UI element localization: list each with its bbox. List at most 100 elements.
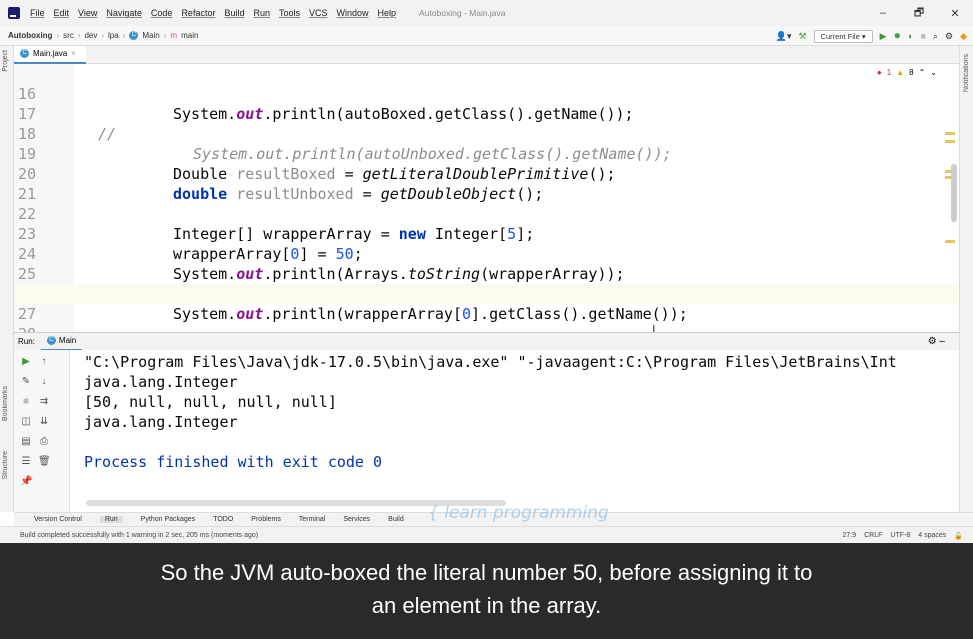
crumb-src[interactable]: src <box>63 31 74 40</box>
run-config-select[interactable]: Current File ▾ <box>813 29 873 43</box>
tab-main-java[interactable]: C Main.java × <box>14 45 86 64</box>
file-encoding[interactable]: UTF-8 <box>890 532 910 539</box>
tool-terminal[interactable]: Terminal <box>299 516 325 523</box>
soft-wrap-icon[interactable]: ⇉ <box>38 396 50 407</box>
tool-problems[interactable]: Problems <box>251 516 281 523</box>
console-line: java.lang.Integer <box>84 413 238 431</box>
arrow-up-icon[interactable]: ↑ <box>38 356 50 367</box>
code-line: 24 System.out.println(Arrays.toString(wr… <box>14 224 959 283</box>
menu-tools[interactable]: Tools <box>279 8 300 18</box>
code-line: 16 System.out.println(autoBoxed.getClass… <box>14 64 959 123</box>
console-line: java.lang.Integer <box>84 373 238 391</box>
notifications-tool-button[interactable]: Notifications <box>963 54 970 92</box>
camera-icon[interactable]: ◫ <box>20 416 32 427</box>
chevron-down-icon[interactable]: ⌄ <box>930 68 937 77</box>
scroll-end-icon[interactable]: ⇊ <box>38 416 50 427</box>
user-icon[interactable]: 👤▾ <box>776 31 792 42</box>
menu-help[interactable]: Help <box>378 8 397 18</box>
stop-icon[interactable]: ■ <box>20 396 32 407</box>
tool-version-control[interactable]: Version Control <box>34 516 82 523</box>
caption-line: So the JVM auto-boxed the literal number… <box>160 560 813 585</box>
plugin-icon[interactable]: ◆ <box>960 31 967 42</box>
menu-build[interactable]: Build <box>224 8 244 18</box>
code-line: 25 <box>14 244 959 283</box>
menu-run[interactable]: Run <box>253 8 270 18</box>
chevron-right-icon: › <box>122 31 126 40</box>
status-right: 27:9 CRLF UTF-8 4 spaces 🔓 <box>843 527 964 543</box>
indent-setting[interactable]: 4 spaces <box>918 532 946 539</box>
arrow-down-icon[interactable]: ↓ <box>38 376 50 387</box>
inspection-widget[interactable]: ● 1 ▲ 8 ⌃ ⌄ <box>877 68 937 77</box>
console-output[interactable]: "C:\Program Files\Java\jdk-17.0.5\bin\ja… <box>70 350 959 500</box>
print-icon[interactable]: ⎙ <box>38 436 50 447</box>
gear-icon[interactable]: ⚙ – <box>928 336 945 347</box>
pin-icon[interactable]: 📌 <box>20 476 32 487</box>
debug-icon[interactable]: ✹ <box>894 31 902 42</box>
menu-refactor[interactable]: Refactor <box>181 8 215 18</box>
menu-vcs[interactable]: VCS <box>309 8 328 18</box>
project-tool-button[interactable]: Project <box>2 50 9 72</box>
trash-icon[interactable]: 🗑 <box>38 456 51 467</box>
code-line: 19 Double resultBoxed = getLiteralDouble… <box>14 124 959 183</box>
right-tool-strip: Notifications <box>959 46 973 512</box>
minimize-button[interactable]: – <box>865 0 901 26</box>
window-title: Autoboxing - Main.java <box>419 8 506 18</box>
crumb-main-class[interactable]: Main <box>142 31 159 40</box>
code-editor[interactable]: 16 System.out.println(autoBoxed.getClass… <box>14 64 959 332</box>
project-crumb[interactable]: Autoboxing <box>8 31 52 40</box>
wrench-icon[interactable]: ✎ <box>20 376 32 387</box>
lock-icon[interactable]: 🔓 <box>954 532 963 540</box>
menu-edit[interactable]: Edit <box>54 8 70 18</box>
ide-window: File Edit View Navigate Code Refactor Bu… <box>0 0 973 543</box>
structure-tool-button[interactable]: Structure <box>2 451 9 479</box>
editor-scrollbar[interactable] <box>951 164 957 222</box>
caption-line: an element in the array. <box>371 593 602 618</box>
rerun-icon[interactable]: ▶ <box>20 356 32 367</box>
layout-icon[interactable]: ▤ <box>20 436 32 447</box>
menu-file[interactable]: File <box>30 8 45 18</box>
menu-navigate[interactable]: Navigate <box>106 8 142 18</box>
crumb-lpa[interactable]: lpa <box>108 31 119 40</box>
gear-icon[interactable]: ⚙ <box>945 31 953 42</box>
menu-code[interactable]: Code <box>151 8 173 18</box>
crumb-dev[interactable]: dev <box>84 31 97 40</box>
hammer-icon[interactable]: ⚒ <box>799 31 807 42</box>
console-exit-line: Process finished with exit code 0 <box>84 453 383 471</box>
warning-marker[interactable] <box>945 140 955 143</box>
run-panel-header: Run: C Main ⚙ – <box>14 332 959 351</box>
chevron-right-icon: › <box>77 31 81 40</box>
search-icon[interactable]: ⌕ <box>933 31 938 42</box>
menu-window[interactable]: Window <box>337 8 369 18</box>
warning-icon: ▲ <box>896 68 905 77</box>
tool-services[interactable]: Services <box>343 516 370 523</box>
tool-python-packages[interactable]: Python Packages <box>141 516 195 523</box>
crumb-main-method[interactable]: main <box>181 31 198 40</box>
tool-todo[interactable]: TODO <box>213 516 233 523</box>
error-count: 1 <box>886 68 892 77</box>
tool-run[interactable]: Run <box>99 516 123 523</box>
run-icon[interactable]: ▶ <box>880 31 887 42</box>
caret-position[interactable]: 27:9 <box>843 532 857 539</box>
tab-label: Main.java <box>33 49 68 58</box>
warning-marker[interactable] <box>945 132 955 135</box>
bookmarks-tool-button[interactable]: Bookmarks <box>2 386 9 421</box>
menu-view[interactable]: View <box>78 8 97 18</box>
close-tab-icon[interactable]: × <box>71 49 76 58</box>
code-line: 17 // System.out.println(autoUnboxed.get… <box>14 84 959 163</box>
close-window-button[interactable]: ✕ <box>937 0 973 26</box>
line-number: 28 <box>18 324 48 332</box>
stop-icon[interactable]: ■ <box>921 31 926 41</box>
warning-count: 8 <box>909 68 914 77</box>
class-icon: C <box>20 49 29 58</box>
list-icon[interactable]: ☰ <box>20 456 32 467</box>
coverage-icon[interactable]: ◐ <box>908 31 913 41</box>
warning-marker[interactable] <box>945 240 955 243</box>
chevron-up-icon[interactable]: ⌃ <box>919 68 926 77</box>
status-message[interactable]: Build completed successfully with 1 warn… <box>20 532 258 539</box>
console-line: [50, null, null, null, null] <box>84 393 337 411</box>
maximize-button[interactable]: 🗗 <box>901 0 937 26</box>
run-tab-main[interactable]: C Main <box>40 333 83 351</box>
tool-build[interactable]: Build <box>388 516 404 523</box>
class-icon: C <box>129 31 139 40</box>
line-separator[interactable]: CRLF <box>864 532 882 539</box>
